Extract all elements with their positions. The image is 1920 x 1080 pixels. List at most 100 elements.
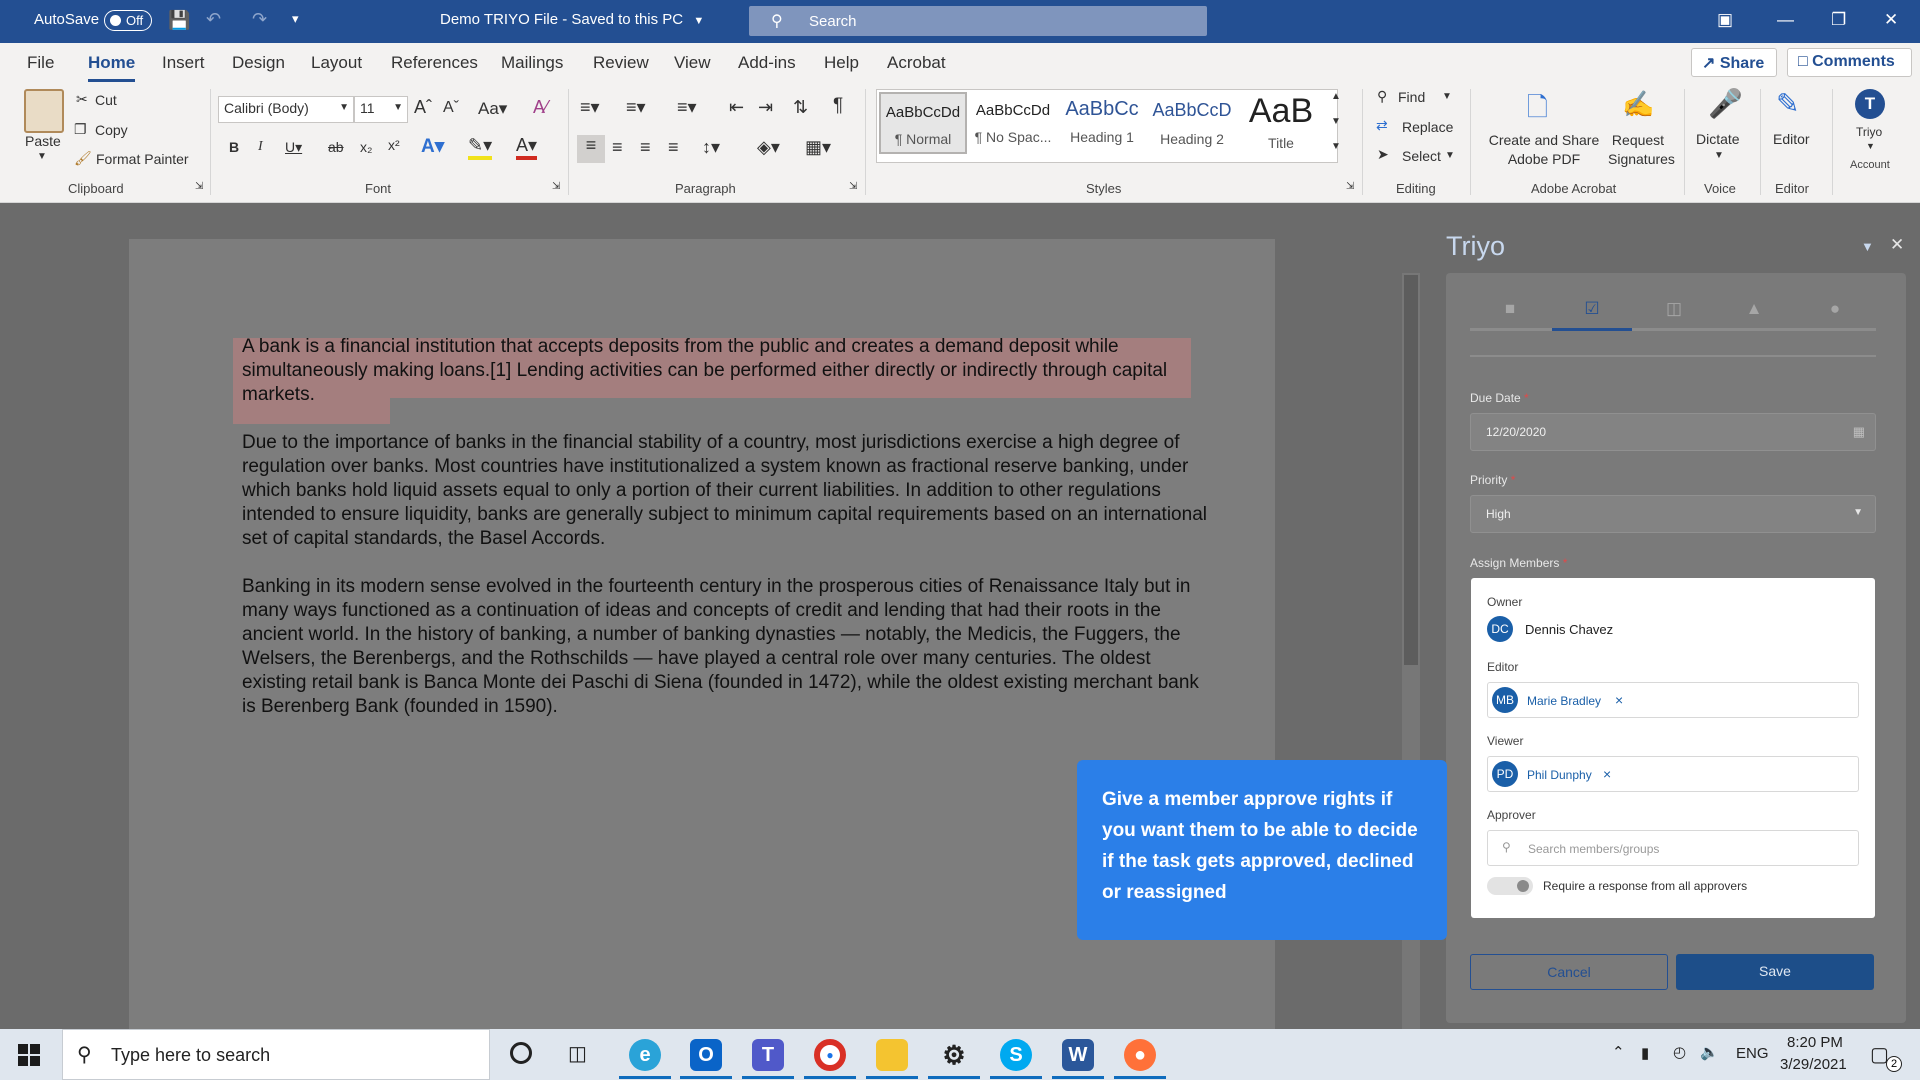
create-share-pdf-button[interactable]: Create and Share Adobe PDF [1484,131,1604,169]
tab-insert[interactable]: Insert [162,53,205,73]
cancel-button[interactable]: Cancel [1470,954,1668,990]
chevron-up-icon[interactable]: ⌃ [1612,1043,1625,1061]
find-button[interactable]: Find [1398,89,1425,105]
settings-gear-icon[interactable]: ⚙ [938,1039,970,1071]
word-icon[interactable]: W [1062,1039,1094,1071]
paste-icon[interactable] [24,89,64,133]
remove-chip-icon[interactable]: × [1615,692,1623,708]
triyo-logo-icon[interactable]: T [1855,89,1885,119]
due-date-field[interactable]: 12/20/2020 ▦ [1470,413,1876,451]
share-button[interactable]: ↗ Share [1691,48,1777,77]
dialog-launcher-icon[interactable]: ⇲ [552,181,560,192]
document-title[interactable]: Demo TRIYO File - Saved to this PC ▼ [440,11,704,28]
tab-references[interactable]: References [391,53,478,73]
sort-icon[interactable]: ⇅ [793,97,808,118]
user-icon[interactable]: ● [1825,299,1845,319]
minimize-icon[interactable]: — [1777,10,1794,30]
subscript-icon[interactable]: x₂ [360,139,372,155]
dialog-launcher-icon[interactable]: ⇲ [195,181,203,192]
styles-scroll-up-icon[interactable]: ▲ [1331,91,1341,102]
line-spacing-icon[interactable]: ↕▾ [702,137,720,158]
pane-options-icon[interactable]: ▼ [1861,239,1874,254]
styles-more-icon[interactable]: ▼ [1331,141,1341,152]
document-paragraph[interactable]: Banking in its modern sense evolved in t… [242,575,1210,719]
superscript-icon[interactable]: x² [388,137,400,153]
select-button[interactable]: Select [1402,148,1441,164]
save-button[interactable]: Save [1676,954,1874,990]
request-signatures-button[interactable]: Request Signatures [1608,131,1675,169]
cut-button[interactable]: Cut [95,92,117,108]
paste-chevron-icon[interactable]: ▼ [37,151,47,162]
style-title[interactable]: AaB Title [1238,92,1324,154]
tab-file[interactable]: File [27,53,54,73]
teams-icon[interactable]: T [752,1039,784,1071]
document-paragraph[interactable]: A bank is a financial institution that a… [242,335,1210,407]
dialog-launcher-icon[interactable]: ⇲ [1346,181,1354,192]
triyo-button[interactable]: Triyo [1856,125,1882,139]
document-icon[interactable]: ◫ [1664,299,1684,319]
chrome-icon[interactable]: ● [814,1039,846,1071]
document-paragraph[interactable]: Due to the importance of banks in the fi… [242,431,1210,551]
volume-icon[interactable]: 🔈 [1700,1043,1719,1061]
numbering-icon[interactable]: ≡▾ [626,97,646,118]
justify-icon[interactable]: ≡ [668,137,679,158]
font-color-icon[interactable]: A▾ [516,135,538,160]
tab-view[interactable]: View [674,53,711,73]
borders-icon[interactable]: ▦▾ [805,137,831,158]
pane-close-icon[interactable]: ✕ [1890,235,1904,255]
underline-icon[interactable]: U▾ [285,139,302,156]
viewer-field[interactable]: PD Phil Dunphy × [1487,756,1859,792]
copy-button[interactable]: Copy [95,122,128,138]
tab-mailings[interactable]: Mailings [501,53,563,73]
tab-layout[interactable]: Layout [311,53,362,73]
edge-icon[interactable]: e [629,1039,661,1071]
autosave-toggle[interactable]: Off [104,10,152,31]
shrink-font-icon[interactable]: Aˇ [443,99,459,117]
tab-help[interactable]: Help [824,53,859,73]
font-size-select[interactable]: 11 ▼ [354,96,408,123]
search-box[interactable]: ⚲ Search [749,6,1207,36]
save-icon[interactable]: 💾 [168,10,190,31]
align-right-icon[interactable]: ≡ [640,137,651,158]
calendar-icon[interactable]: ▦ [1853,424,1865,440]
grow-font-icon[interactable]: Aˆ [414,97,432,118]
chevron-down-icon[interactable]: ▼ [1866,141,1875,151]
paste-button[interactable]: Paste [25,133,61,149]
chevron-down-icon[interactable]: ▼ [1714,150,1724,161]
chevron-down-icon[interactable]: ▼ [1445,150,1455,161]
increase-indent-icon[interactable]: ⇥ [758,97,773,118]
clock-time[interactable]: 8:20 PM [1787,1034,1843,1051]
style-no-spacing[interactable]: AaBbCcDd ¶ No Spac... [969,92,1057,154]
style-heading-2[interactable]: AaBbCcD Heading 2 [1148,92,1236,154]
decrease-indent-icon[interactable]: ⇤ [729,97,744,118]
editor-button[interactable]: Editor [1773,131,1810,147]
highlight-color-icon[interactable]: ✎▾ [468,135,493,160]
skype-icon[interactable]: S [1000,1039,1032,1071]
align-center-icon[interactable]: ≡ [612,137,623,158]
approver-search-input[interactable]: ⚲ Search members/groups [1487,830,1859,866]
ribbon-display-icon[interactable]: ▣ [1717,10,1733,30]
scrollbar-thumb[interactable] [1404,275,1418,665]
undo-icon[interactable]: ↶ [206,9,221,30]
file-explorer-icon[interactable] [876,1039,908,1071]
dialog-launcher-icon[interactable]: ⇲ [849,181,857,192]
battery-icon[interactable]: ▮ [1641,1044,1649,1062]
bell-icon[interactable]: ▲ [1744,299,1764,319]
folder-icon[interactable]: ■ [1500,299,1520,319]
firefox-icon[interactable]: ● [1124,1039,1156,1071]
remove-chip-icon[interactable]: × [1603,766,1611,782]
taskbar-search[interactable]: ⚲ Type here to search [62,1029,490,1080]
change-case-icon[interactable]: Aa▾ [478,99,507,119]
style-heading-1[interactable]: AaBbCc Heading 1 [1058,92,1146,154]
tab-acrobat[interactable]: Acrobat [887,53,946,73]
bold-icon[interactable]: B [229,139,239,155]
wifi-icon[interactable]: ◴ [1673,1043,1686,1061]
italic-icon[interactable]: I [258,139,263,155]
maximize-icon[interactable]: ❐ [1831,10,1846,30]
customize-qat-icon[interactable]: ▾ [292,11,299,27]
chevron-down-icon[interactable]: ▼ [1442,91,1452,102]
replace-button[interactable]: Replace [1402,119,1453,135]
redo-icon[interactable]: ↷ [252,9,267,30]
shading-icon[interactable]: ◈▾ [757,137,780,158]
tab-add-ins[interactable]: Add-ins [738,53,796,73]
